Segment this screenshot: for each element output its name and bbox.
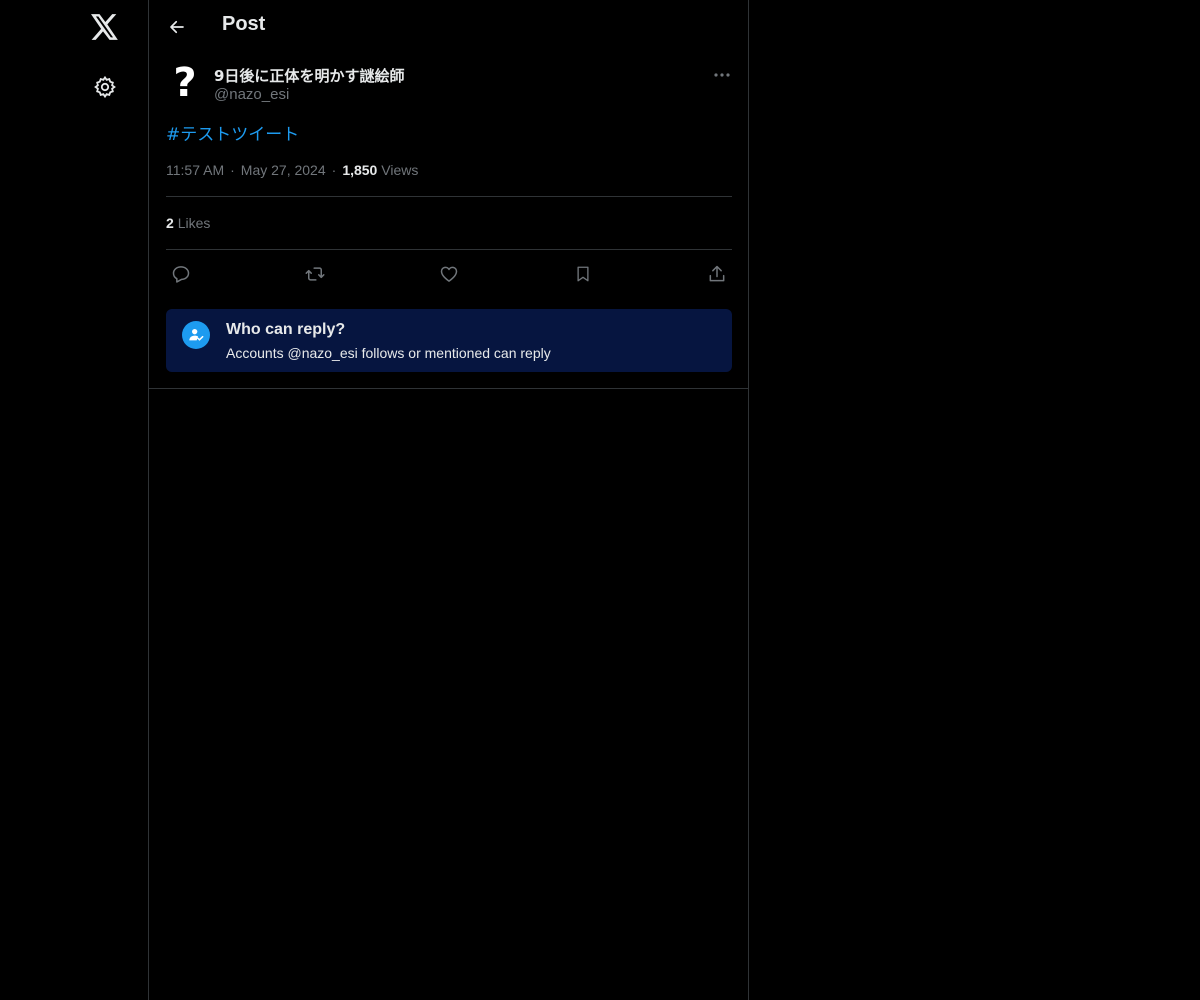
likes-link[interactable]: 2 Likes [166, 215, 210, 231]
hashtag-link[interactable]: #テストツイート [166, 120, 299, 145]
gear-icon[interactable] [81, 63, 129, 111]
post-meta: 11:57 AM · May 27, 2024 · 1,850 Views [166, 162, 418, 178]
x-logo-icon[interactable] [81, 3, 129, 51]
post: ? 9日後に正体を明かす謎絵師 @nazo_esi #テストツイート 11:57… [149, 53, 748, 389]
main-column: Post ? 9日後に正体を明かす謎絵師 @nazo_esi #テストツイート … [149, 0, 749, 1000]
header: Post [149, 0, 748, 53]
reply-restriction-notice: Who can reply? Accounts @nazo_esi follow… [166, 309, 732, 372]
reply-icon[interactable] [168, 261, 194, 287]
post-date[interactable]: May 27, 2024 [241, 162, 326, 178]
ellipsis-icon[interactable] [705, 63, 739, 87]
reply-restriction-title: Who can reply? [226, 321, 346, 338]
likes-count: 2 [166, 215, 174, 231]
divider [166, 196, 732, 197]
action-bar [166, 261, 732, 285]
share-icon[interactable] [704, 261, 730, 287]
post-time[interactable]: 11:57 AM [166, 162, 224, 178]
views-count: 1,850 [342, 162, 378, 178]
left-nav [0, 0, 149, 1000]
reply-restriction-description: Accounts @nazo_esi follows or mentioned … [226, 345, 551, 361]
repost-icon[interactable] [302, 261, 328, 287]
avatar[interactable]: ? [165, 60, 205, 106]
like-icon[interactable] [436, 261, 462, 287]
user-handle[interactable]: @nazo_esi [214, 86, 289, 103]
divider [166, 249, 732, 250]
display-name[interactable]: 9日後に正体を明かす謎絵師 [214, 65, 404, 86]
views-label: Views [381, 162, 419, 178]
separator-dot: · [230, 162, 235, 178]
page-title: Post [222, 13, 266, 35]
arrow-left-icon[interactable] [160, 10, 194, 44]
bookmark-icon[interactable] [570, 261, 596, 287]
user-check-icon [182, 321, 210, 349]
likes-label: Likes [177, 215, 211, 231]
separator-dot: · [331, 162, 337, 178]
